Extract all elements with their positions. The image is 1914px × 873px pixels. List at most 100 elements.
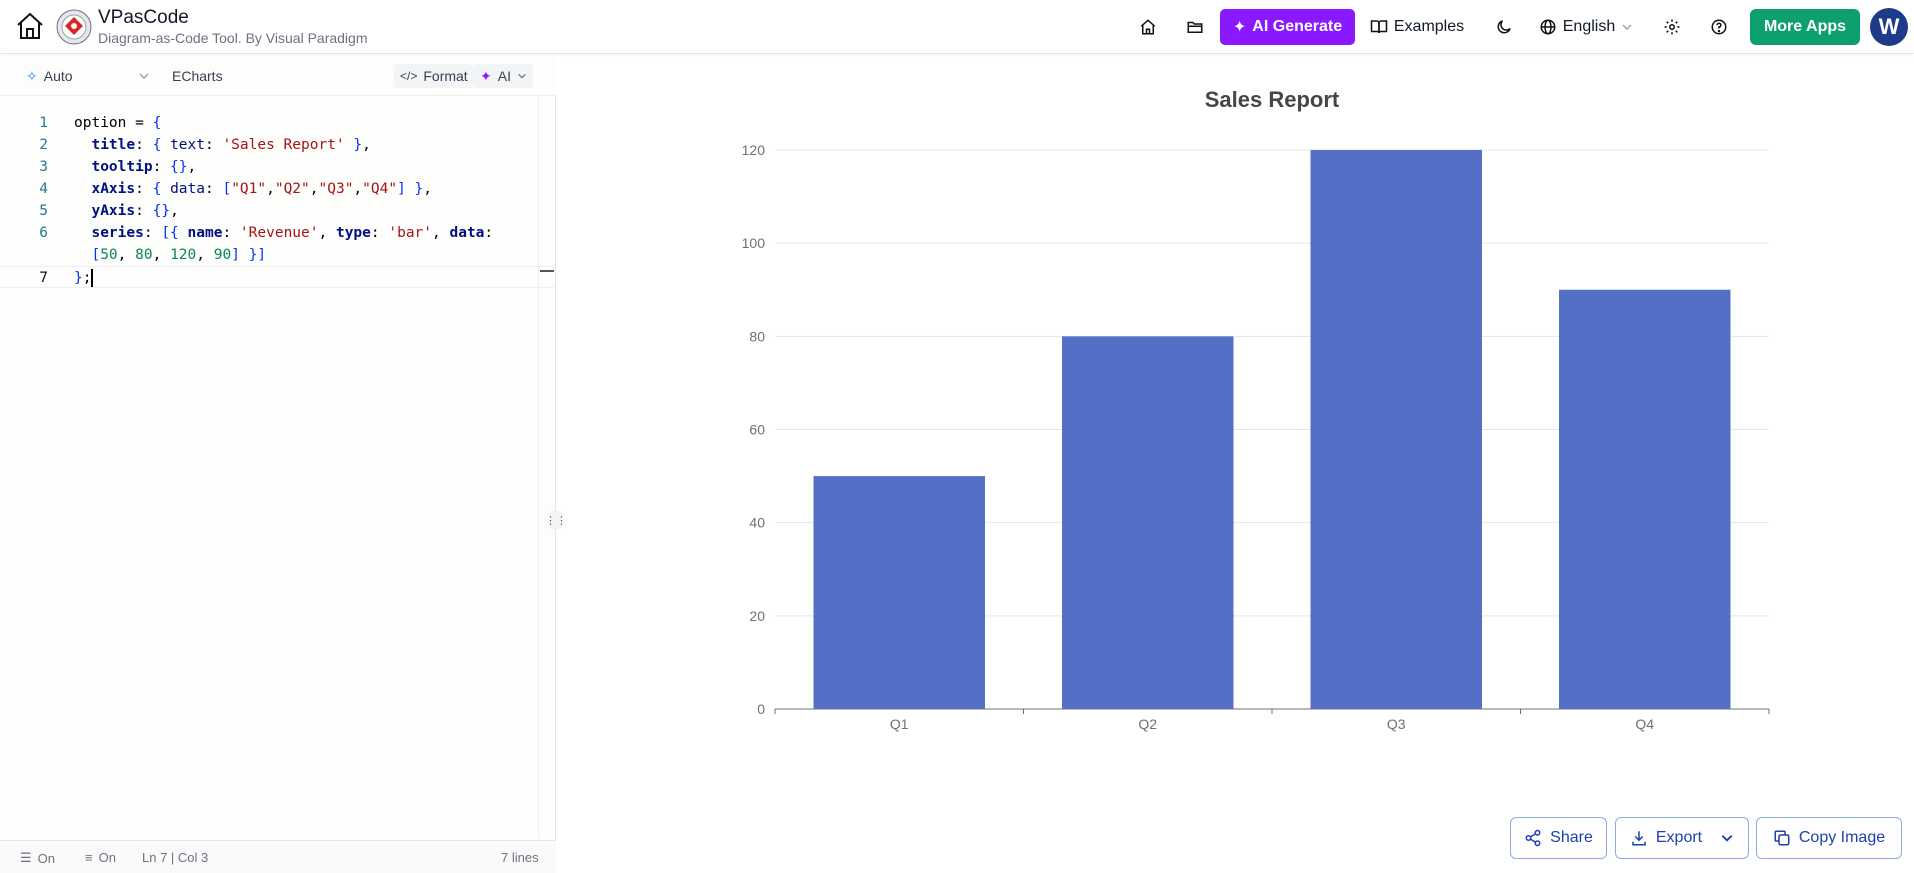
folder-icon[interactable] [1177, 9, 1213, 45]
line-number: 6 [39, 225, 48, 241]
sparkle-icon: ✦ [1232, 19, 1247, 36]
word-wrap-toggle[interactable]: ≡ On [85, 850, 116, 865]
ai-label: AI [497, 68, 511, 84]
code-line[interactable]: 3 tooltip: {}, [0, 156, 554, 178]
chart-preview: Sales Report 0 20 40 60 80 100 120 Q1 Q2 Q3 Q4 [557, 56, 1914, 816]
bar-q1 [813, 476, 985, 709]
copy-image-button[interactable]: Copy Image [1756, 817, 1902, 859]
chevron-down-icon [1721, 835, 1733, 842]
user-avatar[interactable]: W [1870, 8, 1908, 46]
code-line[interactable]: 4 xAxis: { data: ["Q1","Q2","Q3","Q4"] }… [0, 178, 554, 200]
code-text: option = { [74, 115, 162, 131]
code-line[interactable]: 5 yAxis: {}, [0, 200, 554, 222]
editor-status-bar: ☰ On ≡ On Ln 7 | Col 3 7 lines [0, 840, 556, 873]
code-line[interactable]: 1 option = { [0, 112, 554, 134]
line-numbers-toggle-label: On [37, 850, 55, 866]
line-count: 7 lines [501, 850, 539, 865]
more-apps-button[interactable]: More Apps [1750, 9, 1860, 45]
code-text: }; [74, 269, 94, 287]
scrollbar-cursor-marker [540, 270, 554, 272]
line-number: 1 [39, 115, 48, 131]
y-tick-label: 20 [749, 608, 765, 624]
ai-generate-button[interactable]: ✦ AI Generate [1220, 9, 1355, 45]
wrap-icon: ≡ [85, 850, 93, 865]
ai-generate-label: AI Generate [1252, 18, 1343, 35]
line-number: 4 [39, 181, 48, 197]
mode-label: Auto [43, 68, 73, 84]
export-button[interactable]: Export [1615, 817, 1749, 859]
line-number: 3 [39, 159, 48, 175]
gear-icon[interactable] [1654, 9, 1690, 45]
copy-icon [1774, 830, 1790, 846]
y-tick-label: 80 [749, 328, 765, 344]
help-icon[interactable] [1701, 9, 1737, 45]
code-text: series: [{ name: 'Revenue', type: 'bar',… [91, 225, 494, 241]
format-button[interactable]: </> Format [394, 64, 474, 88]
format-label: Format [423, 68, 468, 84]
code-line[interactable]: 6 series: [{ name: 'Revenue', type: 'bar… [0, 222, 554, 244]
chevron-down-icon [1622, 24, 1632, 31]
sparkle-icon: ✦ [480, 67, 492, 84]
chevron-down-icon [518, 73, 526, 79]
download-icon [1632, 831, 1646, 846]
line-number: 5 [39, 203, 48, 219]
home-icon[interactable] [12, 8, 48, 44]
book-icon [1370, 20, 1388, 34]
engine-label[interactable]: ECharts [172, 64, 223, 88]
line-number: 7 [39, 270, 48, 286]
code-line[interactable]: [50, 80, 120, 90] }] [0, 244, 554, 266]
language-select[interactable]: English [1534, 9, 1638, 45]
share-label: Share [1550, 829, 1593, 846]
editor-toolbar: ✧ Auto ECharts </> Format ✦ AI [0, 56, 556, 96]
bar-q3 [1310, 150, 1482, 709]
mode-select[interactable]: ✧ Auto [26, 64, 150, 88]
code-text: tooltip: {}, [91, 159, 197, 175]
line-number: 2 [39, 137, 48, 153]
bar-q2 [1062, 336, 1234, 709]
chart-title: Sales Report [1205, 87, 1340, 112]
x-tick-label: Q4 [1635, 716, 1654, 732]
code-editor[interactable]: 1 option = { 2 title: { text: 'Sales Repor… [0, 112, 554, 854]
x-tick-label: Q1 [890, 716, 909, 732]
code-editor-panel: ✧ Auto ECharts </> Format ✦ AI 1 option =… [0, 56, 567, 873]
y-tick-label: 60 [749, 422, 765, 438]
bar-chart: Sales Report 0 20 40 60 80 100 120 Q1 Q2 Q3 Q4 [742, 87, 1770, 732]
word-wrap-toggle-label: On [98, 850, 116, 865]
share-button[interactable]: Share [1510, 817, 1607, 859]
globe-icon [1540, 19, 1556, 35]
code-text: xAxis: { data: ["Q1","Q2","Q3","Q4"] }, [91, 181, 433, 197]
ai-assist-button[interactable]: ✦ AI [474, 64, 533, 88]
app-title: VPasCode [98, 7, 189, 28]
sparkle-icon: ✧ [26, 67, 38, 84]
copy-image-label: Copy Image [1798, 829, 1886, 846]
examples-label: Examples [1393, 18, 1465, 35]
code-line[interactable]: 2 title: { text: 'Sales Report' }, [0, 134, 554, 156]
chevron-down-icon [139, 73, 149, 80]
export-label: Export [1655, 829, 1703, 846]
examples-button[interactable]: Examples [1369, 9, 1465, 45]
line-numbers-toggle[interactable]: ☰ On [20, 850, 55, 866]
vpascode-logo [56, 9, 92, 45]
y-tick-label: 100 [742, 235, 766, 251]
x-tick-label: Q3 [1387, 716, 1406, 732]
home-nav-icon[interactable] [1130, 9, 1166, 45]
code-text: yAxis: {}, [91, 203, 179, 219]
code-text: [50, 80, 120, 90] }] [91, 247, 267, 263]
cursor-position: Ln 7 | Col 3 [142, 850, 209, 865]
y-tick-label: 120 [742, 142, 766, 158]
text-cursor [91, 269, 94, 287]
app-subtitle: Diagram-as-Code Tool. By Visual Paradigm [98, 30, 368, 46]
language-label: English [1562, 18, 1616, 35]
dark-mode-moon-icon[interactable] [1486, 9, 1522, 45]
code-line[interactable]: 7}; [0, 266, 554, 288]
x-tick-label: Q2 [1138, 716, 1157, 732]
y-tick-label: 40 [749, 515, 765, 531]
share-icon [1525, 829, 1541, 847]
code-text: title: { text: 'Sales Report' }, [91, 137, 371, 153]
bar-q4 [1559, 289, 1731, 709]
y-tick-label: 0 [757, 701, 765, 717]
editor-scrollbar[interactable] [538, 96, 539, 838]
code-icon: </> [400, 69, 418, 83]
list-numbers-icon: ☰ [20, 850, 32, 865]
top-header: VPasCode Diagram-as-Code Tool. By Visual… [0, 0, 1914, 54]
